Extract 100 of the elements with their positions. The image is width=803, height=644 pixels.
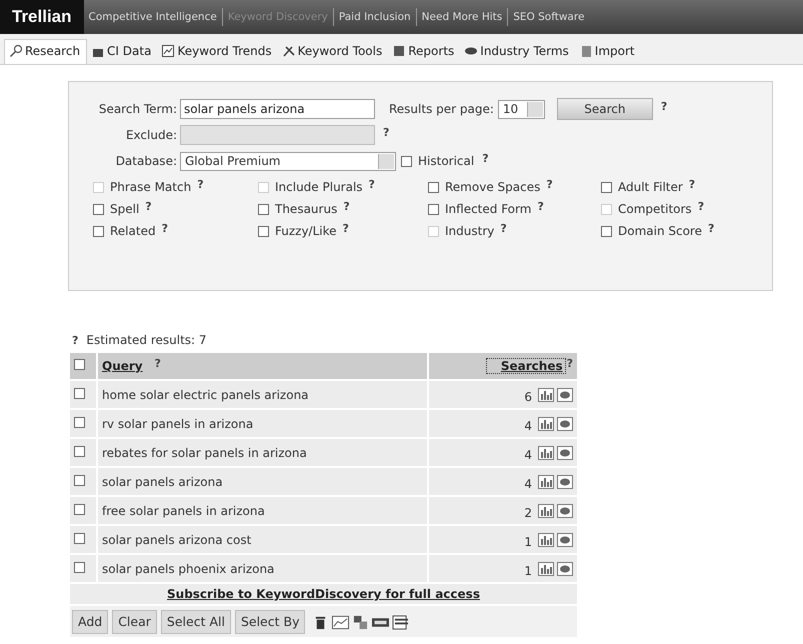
toolbar-icon (9, 44, 23, 58)
query-cell: solar panels arizona cost (102, 532, 252, 546)
row-checkbox[interactable] (74, 504, 85, 514)
row-checkbox[interactable] (74, 532, 85, 544)
help-icon[interactable]: ? (500, 222, 507, 234)
row-checkbox[interactable] (74, 416, 85, 428)
search-button[interactable]: Search (556, 98, 653, 120)
checkbox[interactable] (601, 182, 612, 192)
toolbar-tab[interactable]: Research (4, 39, 88, 64)
help-icon[interactable]: ? (162, 222, 168, 234)
toolbar-tab[interactable]: Keyword Tools (278, 40, 388, 64)
help-icon[interactable]: ? (708, 222, 714, 234)
checkbox[interactable] (258, 226, 269, 236)
query-column-header[interactable]: Query (102, 359, 143, 373)
database-label: Database: (114, 154, 177, 168)
checkbox[interactable] (258, 204, 269, 214)
option-label: Domain Score (618, 224, 702, 238)
option-label: Inflected Form (445, 202, 532, 216)
top-nav-tab[interactable]: Need More Hits (416, 11, 508, 23)
help-icon[interactable]: ? (154, 357, 161, 370)
option-label: Competitors (618, 202, 692, 216)
searches-cell: 6 (524, 390, 532, 404)
help-icon[interactable]: ? (698, 200, 704, 212)
top-nav-tab[interactable]: Paid Inclusion (334, 11, 416, 23)
toolbar-tab[interactable]: Import (574, 40, 641, 64)
help-icon[interactable]: ? (688, 178, 696, 190)
estimated-results: Estimated results: 7 (86, 333, 207, 347)
checkbox[interactable] (401, 156, 412, 166)
checkbox[interactable] (428, 204, 439, 214)
toolbar-icon (161, 44, 176, 58)
help-icon[interactable]: ? (197, 178, 204, 190)
action-button[interactable]: Select By (234, 610, 306, 634)
action-button[interactable]: Select All (160, 610, 231, 634)
bar-chart-icon[interactable] (538, 562, 554, 576)
help-icon[interactable]: ? (368, 178, 375, 190)
historical-label: Historical (418, 154, 474, 168)
help-icon[interactable]: ? (482, 152, 489, 164)
checkbox[interactable] (428, 182, 439, 192)
bar-chart-icon[interactable] (538, 504, 554, 518)
query-cell: rebates for solar panels in arizona (102, 446, 307, 460)
exclude-label: Exclude: (124, 128, 177, 142)
option-label: Thesaurus (275, 202, 338, 216)
help-icon[interactable]: ? (537, 200, 544, 212)
toolbar-icon (392, 44, 406, 58)
help-icon[interactable]: ? (546, 178, 553, 190)
search-term-label: Search Term: (98, 102, 177, 116)
option-label: Spell (110, 202, 140, 216)
option-label: Include Plurals (275, 180, 363, 194)
bar-chart-icon[interactable] (538, 388, 554, 402)
toolbar-tab[interactable]: Industry Terms (460, 40, 575, 64)
results-per-page-label: Results per page: (389, 102, 494, 116)
toolbar-tab[interactable]: CI Data (87, 40, 158, 64)
option-label: Related (110, 224, 156, 238)
searches-column-header[interactable]: Searches (486, 359, 565, 373)
checkbox[interactable] (601, 226, 612, 236)
bar-chart-icon[interactable] (538, 532, 554, 547)
bar-chart-icon[interactable] (538, 474, 554, 489)
select-all-checkbox[interactable] (74, 359, 85, 370)
top-nav-tab[interactable]: SEO Software (508, 11, 590, 23)
option-label: Adult Filter (618, 180, 683, 194)
help-icon[interactable]: ? (343, 200, 350, 212)
query-cell: rv solar panels in arizona (102, 416, 254, 430)
option-label: Remove Spaces (445, 180, 540, 194)
searches-cell: 2 (524, 506, 532, 520)
help-icon[interactable]: ? (660, 100, 668, 112)
row-checkbox[interactable] (74, 474, 85, 486)
query-cell: solar panels arizona (102, 474, 223, 488)
toolbar-icon (282, 44, 296, 58)
brand-logo: Trellian (0, 0, 84, 34)
help-icon[interactable]: ? (383, 126, 390, 138)
action-button[interactable]: Add (72, 610, 108, 634)
row-checkbox[interactable] (74, 562, 85, 572)
search-term-field[interactable]: solar panels arizona (180, 99, 375, 119)
toolbar-tab[interactable]: Reports (388, 40, 460, 64)
line-chart-icon[interactable] (332, 615, 350, 630)
searches-cell: 4 (524, 477, 532, 492)
toolbar-tab[interactable]: Keyword Trends (157, 40, 278, 64)
searches-cell: 4 (524, 448, 532, 462)
results-per-page-select[interactable]: 10 (498, 100, 545, 118)
query-cell: free solar panels in arizona (102, 504, 265, 518)
query-cell: solar panels phoenix arizona (102, 562, 274, 576)
help-icon[interactable]: ? (342, 222, 349, 234)
row-checkbox[interactable] (74, 388, 85, 398)
help-icon[interactable]: ? (566, 357, 573, 370)
searches-cell: 4 (524, 419, 532, 434)
top-nav-tab[interactable]: Competitive Intelligence (84, 11, 222, 23)
query-cell: home solar electric panels arizona (102, 388, 309, 402)
list-icon[interactable] (392, 615, 410, 630)
row-checkbox[interactable] (74, 446, 85, 456)
searches-cell: 1 (524, 564, 532, 578)
bar-chart-icon[interactable] (538, 446, 554, 460)
database-select[interactable]: Global Premium (180, 152, 396, 170)
option-label: Fuzzy/Like (275, 224, 337, 238)
checkbox[interactable] (93, 204, 104, 214)
option-label: Phrase Match (110, 180, 192, 194)
action-button[interactable]: Clear (112, 610, 157, 634)
help-icon[interactable]: ? (72, 334, 78, 346)
bar-chart-icon[interactable] (538, 416, 554, 431)
checkbox[interactable] (93, 226, 104, 236)
help-icon[interactable]: ? (145, 200, 152, 212)
